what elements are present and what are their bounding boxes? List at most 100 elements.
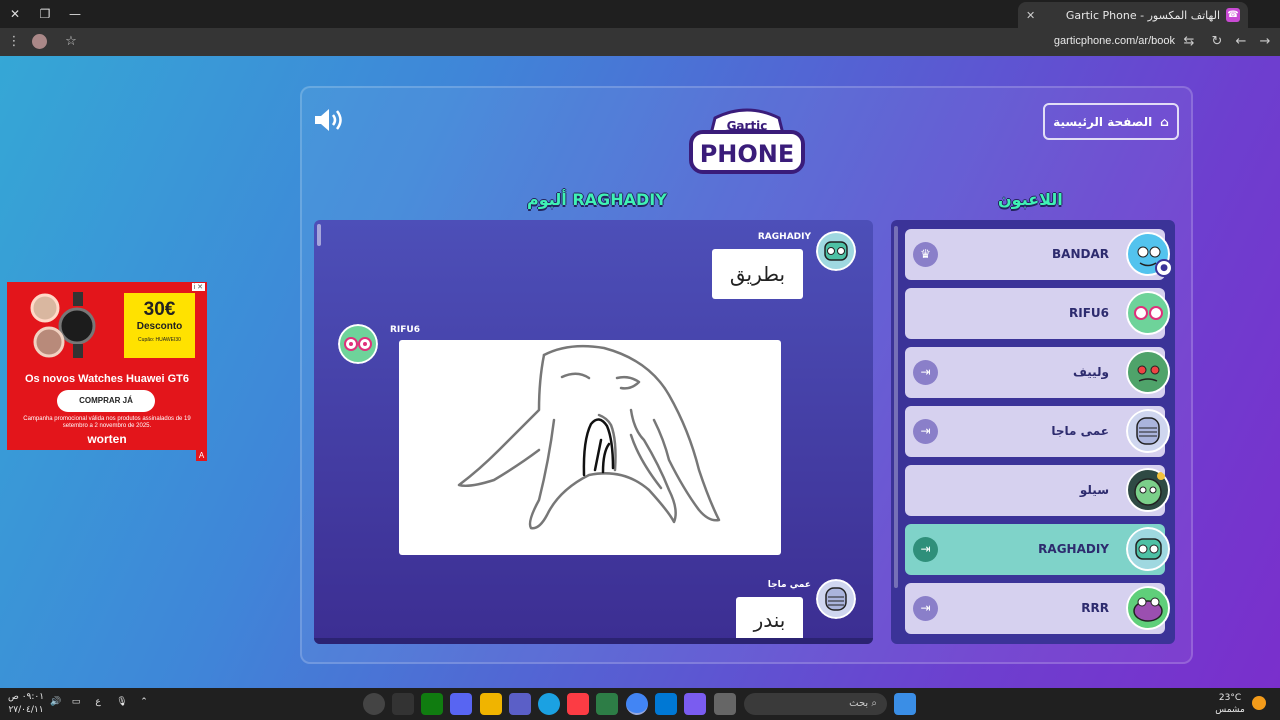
address-bar: ⋮ ☆ garticphone.com/ar/book ⇆ ↻ ← → bbox=[0, 28, 1280, 56]
app-icon[interactable] bbox=[714, 693, 736, 715]
exit-icon: ⇥ bbox=[913, 419, 938, 444]
album-panel[interactable]: RAGHADIY بطريق RIFU6 عمي ماجا بندر bbox=[314, 220, 873, 644]
music-icon[interactable] bbox=[567, 693, 589, 715]
chevron-up-icon[interactable]: ⌃ bbox=[136, 697, 152, 707]
home-button-label: الصفحة الرئيسية bbox=[1053, 114, 1153, 129]
album-entry-author: RAGHADIY bbox=[757, 232, 811, 242]
xbox-icon[interactable] bbox=[421, 693, 443, 715]
player-name: RAGHADIY bbox=[1038, 542, 1109, 556]
outlook-icon[interactable] bbox=[655, 693, 677, 715]
player-name: عمى ماجا bbox=[1051, 424, 1109, 438]
player-avatar bbox=[1126, 527, 1170, 571]
album-title: ألبوم RAGHADIY bbox=[527, 190, 667, 209]
player-name: سيلو bbox=[1079, 483, 1109, 497]
player-row[interactable]: سيلو bbox=[905, 465, 1170, 516]
obs-app-icon[interactable] bbox=[363, 693, 385, 715]
volume-icon[interactable]: 🔊 bbox=[48, 697, 64, 707]
album-bottom-edge bbox=[314, 638, 873, 644]
album-entry-text: بطريق bbox=[712, 249, 803, 299]
edge-icon[interactable] bbox=[538, 693, 560, 715]
drawing-canvas bbox=[457, 344, 721, 530]
file-explorer-icon[interactable] bbox=[480, 693, 502, 715]
player-row[interactable]: RIFU6 bbox=[905, 288, 1170, 339]
network-icon[interactable]: ▭ bbox=[68, 697, 84, 707]
player-avatar bbox=[816, 231, 856, 271]
discount-box: 30€ Desconto Cupão: HUAWEI30 bbox=[124, 293, 195, 358]
player-name: BANDAR bbox=[1052, 247, 1109, 261]
clock-date[interactable]: ٢٧/٠٤/١١ bbox=[6, 705, 46, 715]
album-scroll-indicator bbox=[317, 224, 321, 246]
crown-icon: ♛ bbox=[913, 242, 938, 267]
player-row[interactable]: ♛ BANDAR ● bbox=[905, 229, 1173, 280]
player-name: RRR bbox=[1081, 601, 1109, 615]
player-avatar bbox=[816, 579, 856, 619]
browser-tab-bar: ✕ ❐ — + ☎ الهاتف المكسور - Gartic Phone … bbox=[0, 0, 1280, 28]
player-row[interactable]: ⇥ RRR bbox=[905, 583, 1170, 634]
bookmark-star-icon[interactable]: ☆ bbox=[62, 33, 80, 51]
player-avatar bbox=[1126, 586, 1170, 630]
taskbar-search[interactable]: ⌕ بحث bbox=[744, 693, 887, 715]
ad-brand-logo: worten bbox=[87, 432, 127, 446]
ad-fine-print: Campanha promocional válida nos produtos… bbox=[23, 416, 191, 429]
exit-icon: ⇥ bbox=[913, 596, 938, 621]
home-icon: ⌂ bbox=[1160, 114, 1169, 129]
epic-games-icon[interactable] bbox=[392, 693, 414, 715]
window-minimize-icon[interactable]: — bbox=[64, 4, 86, 24]
window-close-icon[interactable]: ✕ bbox=[4, 4, 26, 24]
album-entry-text: بندر bbox=[736, 597, 803, 644]
ad-badge: A bbox=[196, 450, 207, 461]
watch-product-image bbox=[30, 292, 96, 358]
windows-start-icon[interactable] bbox=[894, 693, 916, 715]
url-field[interactable]: garticphone.com/ar/book bbox=[1054, 35, 1175, 47]
gartic-phone-logo: Gartic PHONE bbox=[689, 108, 805, 174]
exit-icon: ⇥ bbox=[913, 360, 938, 385]
forward-icon[interactable]: → bbox=[1256, 33, 1274, 51]
sound-icon[interactable] bbox=[313, 106, 345, 134]
weather-temp[interactable]: 23°C bbox=[1210, 693, 1250, 703]
player-avatar bbox=[1126, 350, 1170, 394]
players-scroll-indicator[interactable] bbox=[894, 226, 898, 588]
logo-phone-text: PHONE bbox=[700, 140, 795, 168]
weather-desc[interactable]: مشمس bbox=[1210, 705, 1250, 715]
ad-coupon: Cupão: HUAWEI30 bbox=[138, 337, 181, 343]
album-drawing bbox=[399, 340, 781, 555]
windows-taskbar: ٠٩:٠١ ص ٢٧/٠٤/١١ 🔊 ▭ ع 🎙 ⌃ ⌕ بحث 23°C مش… bbox=[0, 688, 1280, 720]
reload-icon[interactable]: ↻ bbox=[1208, 33, 1226, 51]
copilot-icon[interactable] bbox=[684, 693, 706, 715]
ad-cta-button[interactable]: COMPRAR JÁ bbox=[57, 390, 155, 412]
player-row[interactable]: ⇥ عمى ماجا bbox=[905, 406, 1170, 457]
chrome-icon[interactable] bbox=[626, 693, 648, 715]
advertisement[interactable]: 30€ Desconto Cupão: HUAWEI30 Os novos Wa… bbox=[7, 282, 207, 461]
ad-choices-icon[interactable]: i ✕ bbox=[191, 283, 205, 291]
tab-favicon-icon: ☎ bbox=[1226, 8, 1240, 22]
user-badge-icon: ● bbox=[1155, 259, 1173, 277]
players-title: اللاعبون bbox=[998, 190, 1063, 209]
search-placeholder: بحث bbox=[849, 698, 869, 709]
players-panel: ♛ BANDAR ● RIFU6 ⇥ ولييف ⇥ عمى ماجا سيلو… bbox=[891, 220, 1175, 644]
ad-discount: Desconto bbox=[136, 321, 183, 332]
back-icon[interactable]: ← bbox=[1232, 33, 1250, 51]
ad-price: 30€ bbox=[143, 299, 176, 320]
browser-tab[interactable]: ☎ الهاتف المكسور - Gartic Phone ✕ bbox=[1018, 2, 1248, 28]
clock-time[interactable]: ٠٩:٠١ ص bbox=[6, 692, 46, 702]
site-settings-icon[interactable]: ⇆ bbox=[1180, 33, 1198, 51]
teams-icon[interactable] bbox=[509, 693, 531, 715]
tab-title: الهاتف المكسور - Gartic Phone bbox=[1065, 8, 1220, 22]
player-row[interactable]: ⇥ RAGHADIY bbox=[905, 524, 1170, 575]
tab-close-icon[interactable]: ✕ bbox=[1026, 9, 1035, 22]
album-entry-author: عمي ماجا bbox=[767, 580, 811, 590]
weather-sun-icon[interactable] bbox=[1252, 696, 1266, 710]
album-entry-author: RIFU6 bbox=[390, 325, 420, 335]
player-name: RIFU6 bbox=[1069, 306, 1109, 320]
player-row[interactable]: ⇥ ولييف bbox=[905, 347, 1170, 398]
language-indicator[interactable]: ع bbox=[90, 697, 106, 707]
microphone-icon[interactable]: 🎙 bbox=[114, 697, 130, 707]
player-avatar bbox=[1126, 468, 1170, 512]
discord-icon[interactable] bbox=[450, 693, 472, 715]
profile-avatar[interactable] bbox=[32, 34, 47, 49]
menu-icon[interactable]: ⋮ bbox=[5, 33, 23, 51]
home-button[interactable]: ⌂ الصفحة الرئيسية bbox=[1043, 103, 1179, 140]
store-icon[interactable] bbox=[596, 693, 618, 715]
ad-headline: Os novos Watches Huawei GT6 bbox=[24, 373, 190, 385]
window-restore-icon[interactable]: ❐ bbox=[34, 4, 56, 24]
